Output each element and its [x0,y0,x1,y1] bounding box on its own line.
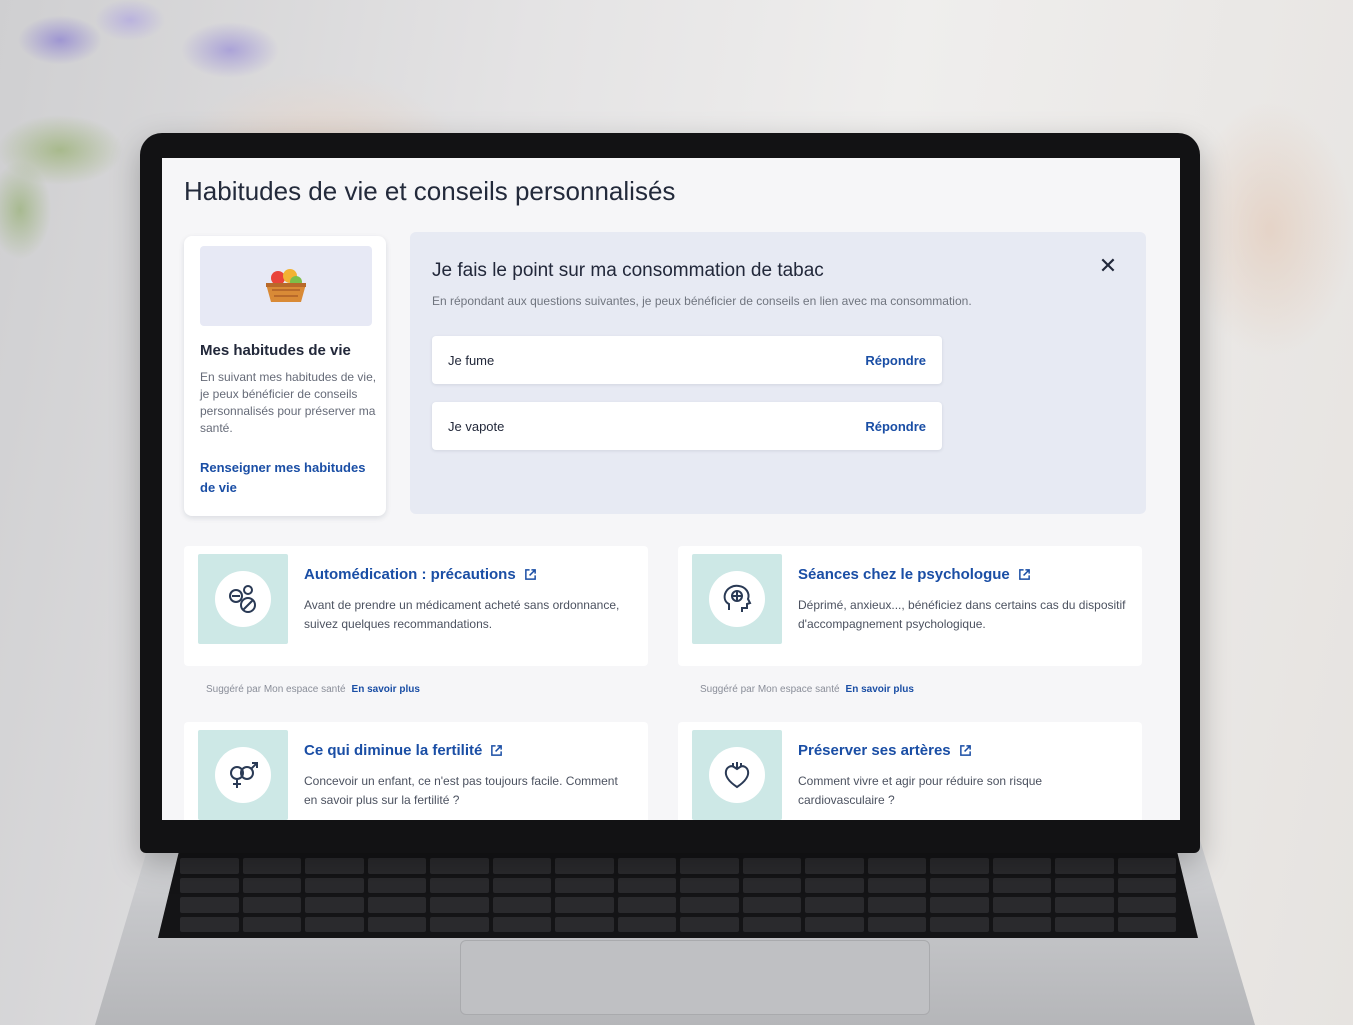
tile-title[interactable]: Préserver ses artères [798,742,972,759]
pills-icon [229,585,256,613]
advice-tile-arteres[interactable]: Préserver ses artères Comment vivre et a… [678,722,1142,820]
external-link-icon [959,745,971,756]
habits-card: Mes habitudes de vie En suivant mes habi… [184,236,386,516]
tabac-title: Je fais le point sur ma consommation de … [432,260,824,281]
food-basket-illustration [200,246,372,326]
answer-smoke-button[interactable]: Répondre [865,353,926,368]
question-row-vape: Je vapote Répondre [432,402,942,450]
tile-title[interactable]: Ce qui diminue la fertilité [304,742,503,759]
habits-description: En suivant mes habitudes de vie, je peux… [200,370,377,435]
question-label: Je fume [448,352,495,368]
page-title: Habitudes de vie et conseils personnalis… [184,176,676,206]
tile-title-text: Ce qui diminue la fertilité [304,742,483,759]
tile-description: Comment vivre et agir pour réduire son r… [798,774,1043,807]
tabac-subtitle: En répondant aux questions suivantes, je… [432,294,972,308]
external-link-icon [1018,569,1030,580]
tile-title-text: Préserver ses artères [798,742,951,759]
tile-icon-box [692,730,782,820]
laptop-trackpad [460,940,930,1015]
fill-habits-link[interactable]: Renseigner mes habitudes de vie [200,458,380,498]
tile-footer: Suggéré par Mon espace santé En savoir p… [206,678,420,700]
tile-title-text: Séances chez le psychologue [798,566,1010,583]
laptop-screen: Habitudes de vie et conseils personnalis… [162,158,1180,820]
answer-vape-button[interactable]: Répondre [865,419,926,434]
suggested-by-text: Suggéré par Mon espace santé [206,683,346,695]
tile-title-text: Automédication : précautions [304,566,516,583]
tile-icon-box [198,730,288,820]
tile-icon-box [198,554,288,644]
head-brain-icon [723,584,752,612]
learn-more-link[interactable]: En savoir plus [352,684,420,695]
tile-icon-box [692,554,782,644]
suggested-by-text: Suggéré par Mon espace santé [700,683,840,695]
tile-footer: Suggéré par Mon espace santé En savoir p… [700,678,914,700]
advice-tile-automedication[interactable]: Automédication : précautions Avant de pr… [184,546,648,666]
heart-icon [724,762,750,789]
question-label: Je vapote [448,418,505,434]
gender-symbols-icon [230,762,258,788]
advice-tile-fertilite[interactable]: Ce qui diminue la fertilité Concevoir un… [184,722,648,820]
tile-title[interactable]: Séances chez le psychologue [798,566,1031,583]
close-icon[interactable]: ✕ [1096,254,1120,278]
tile-title[interactable]: Automédication : précautions [304,566,537,583]
external-link-icon [524,569,536,580]
tile-description: Avant de prendre un médicament acheté sa… [304,598,620,631]
question-row-smoke: Je fume Répondre [432,336,942,384]
tile-description: Concevoir un enfant, ce n'est pas toujou… [304,774,618,807]
food-basket-icon [266,269,306,302]
learn-more-link[interactable]: En savoir plus [846,684,914,695]
habits-title: Mes habitudes de vie [200,342,351,359]
tile-description: Déprimé, anxieux..., bénéficiez dans cer… [798,598,1126,631]
laptop-keyboard [158,852,1198,938]
tabac-panel: Je fais le point sur ma consommation de … [410,232,1146,514]
advice-tile-psychologue[interactable]: Séances chez le psychologue Déprimé, anx… [678,546,1142,666]
external-link-icon [491,745,503,756]
